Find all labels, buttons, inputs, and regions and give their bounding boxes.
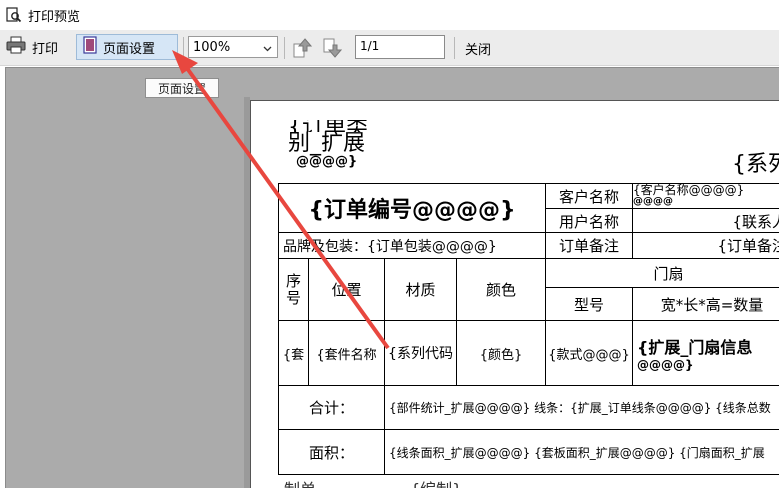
series-title: {系列 (732, 152, 779, 177)
column-header-color: 颜色 (456, 258, 546, 321)
row-door-info-text: {扩展_门扇信息 (637, 338, 753, 357)
toolbar-separator (284, 37, 285, 59)
toolbar-separator (183, 37, 184, 59)
customer-name-value: {客户名称@@@@} @@@@ (632, 183, 779, 209)
order-note-label: 订单备注 (545, 232, 633, 259)
previous-page-icon[interactable] (292, 38, 313, 58)
column-header-door-fan: 门扇 (545, 258, 779, 288)
toolbar-separator (454, 37, 455, 59)
window-title: 打印预览 (28, 9, 81, 25)
close-button[interactable]: 关闭 (465, 39, 491, 58)
customer-name-text: {客户名称@@@@} (633, 183, 745, 197)
column-header-dimensions: 宽*长*高=数量 (632, 287, 779, 321)
row-door-info-cell: {扩展_门扇信息 @@@@} (632, 320, 779, 386)
order-note-value: {订单备注 (632, 232, 779, 259)
area-label-cell: 面积： (278, 429, 385, 475)
page-setup-tooltip: 页面设置 (145, 78, 219, 98)
row-set-name-cell: {套件名称 (308, 320, 385, 386)
row-style-cell: {款式@@@} (545, 320, 633, 386)
toolbar: 打印 页面设置 100% 1/1 关闭 (0, 30, 779, 66)
row-color-cell: {颜色} (456, 320, 546, 386)
total-label-cell: 合计： (278, 385, 385, 430)
column-header-seq: 序号 (278, 258, 309, 321)
user-name-label: 用户名称 (545, 208, 633, 234)
order-number-cell: {订单编号@@@@} (278, 183, 546, 233)
order-category-field: {订单类 别_扩展 @@@@} (288, 120, 388, 184)
print-preview-icon (6, 7, 22, 23)
page-setup-button[interactable]: 页面设置 (76, 34, 178, 60)
title-bar: 打印预览 (0, 0, 779, 30)
print-button[interactable]: 打印 (6, 34, 72, 60)
column-header-model: 型号 (545, 287, 633, 321)
chevron-down-icon (263, 42, 272, 52)
printer-icon (6, 36, 26, 58)
row-seq-cell: {套 (278, 320, 309, 386)
customer-name-text2: @@@@ (633, 196, 673, 207)
order-category-line3: @@@@} (296, 154, 358, 169)
total-value-cell: {部件统计_扩展@@@@} 线条：{扩展_订单线条@@@@} {线条总数 (384, 385, 779, 430)
row-door-info-text2: @@@@} (637, 358, 694, 372)
row-series-code-cell: {系列代码 (384, 320, 457, 386)
contact-value: {联系人 (632, 208, 779, 234)
zoom-select[interactable]: 100% (188, 36, 278, 58)
print-label: 打印 (32, 41, 59, 57)
footer-maker: 制单 (284, 476, 316, 488)
page-setup-icon (83, 36, 97, 58)
page-setup-label: 页面设置 (103, 41, 156, 57)
order-category-line2: 别_扩展 (288, 131, 366, 156)
column-header-position: 位置 (308, 258, 385, 321)
next-page-icon[interactable] (322, 38, 343, 58)
column-header-material: 材质 (384, 258, 457, 321)
brand-packaging-cell: 品牌及包装：{订单包装@@@@} (278, 232, 546, 259)
footer-maker-value: {编制} (410, 476, 462, 488)
page-number-input[interactable]: 1/1 (355, 35, 445, 59)
customer-name-label: 客户名称 (545, 183, 633, 209)
zoom-value: 100% (193, 39, 231, 55)
area-value-cell: {线条面积_扩展@@@@} {套板面积_扩展@@@@} {门扇面积_扩展 (384, 429, 779, 475)
